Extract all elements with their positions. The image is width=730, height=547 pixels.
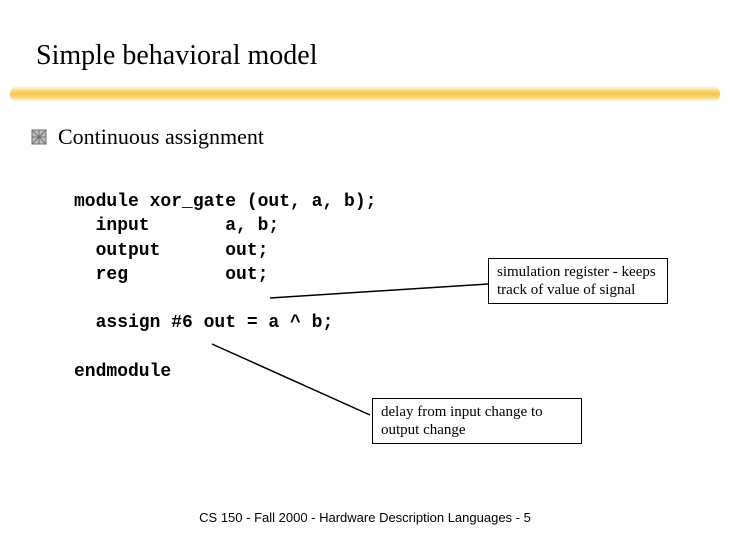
- annotation-delay: delay from input change to output change: [372, 398, 582, 444]
- slide-footer: CS 150 - Fall 2000 - Hardware Descriptio…: [0, 510, 730, 525]
- slide: Simple behavioral model Continuous assig…: [0, 0, 730, 547]
- annotation-sim-register: simulation register - keeps track of val…: [488, 258, 668, 304]
